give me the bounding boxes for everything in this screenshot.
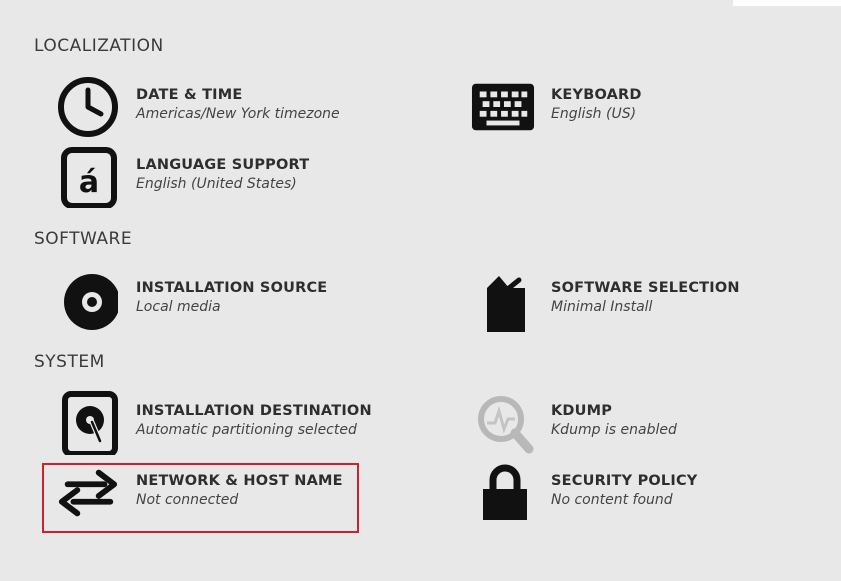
spoke-date-time[interactable]: DATE & TIME Americas/New York timezone [56, 75, 340, 139]
lock-icon [471, 461, 535, 525]
clock-icon [56, 75, 120, 139]
spoke-network-hostname[interactable]: NETWORK & HOST NAME Not connected [56, 461, 343, 525]
spoke-installation-source[interactable]: INSTALLATION SOURCE Local media [56, 268, 327, 332]
spoke-name: DATE & TIME [136, 87, 243, 103]
spoke-status: Americas/New York timezone [136, 106, 340, 122]
section-title-localization: LOCALIZATION [34, 36, 164, 56]
package-icon [471, 268, 535, 332]
spoke-software-selection[interactable]: SOFTWARE SELECTION Minimal Install [471, 268, 740, 332]
spoke-status: Automatic partitioning selected [136, 422, 357, 438]
kdump-magnifier-icon [471, 391, 535, 455]
spoke-language-support[interactable]: á LANGUAGE SUPPORT English (United State… [56, 145, 309, 209]
spoke-name: SECURITY POLICY [551, 473, 698, 489]
top-right-white-patch [733, 0, 841, 6]
spoke-kdump[interactable]: KDUMP Kdump is enabled [471, 391, 677, 455]
spoke-status: Kdump is enabled [551, 422, 677, 438]
spoke-installation-destination[interactable]: INSTALLATION DESTINATION Automatic parti… [56, 391, 372, 455]
spoke-status: Minimal Install [551, 299, 653, 315]
spoke-name: SOFTWARE SELECTION [551, 280, 740, 296]
spoke-status: English (US) [551, 106, 637, 122]
spoke-status: No content found [551, 492, 673, 508]
keyboard-icon [471, 75, 535, 139]
spoke-name: KEYBOARD [551, 87, 642, 103]
spoke-name: LANGUAGE SUPPORT [136, 157, 310, 173]
network-arrows-icon [56, 461, 120, 525]
spoke-status: Local media [136, 299, 221, 315]
harddisk-icon [56, 391, 120, 455]
spoke-name: NETWORK & HOST NAME [136, 473, 343, 489]
language-icon: á [56, 145, 120, 209]
spoke-status: English (United States) [136, 176, 297, 192]
spoke-name: KDUMP [551, 403, 613, 419]
spoke-status: Not connected [136, 492, 239, 508]
section-title-software: SOFTWARE [34, 229, 133, 249]
spoke-keyboard[interactable]: KEYBOARD English (US) [471, 75, 642, 139]
spoke-name: INSTALLATION DESTINATION [136, 403, 372, 419]
svg-text:á: á [79, 165, 99, 200]
disc-icon [56, 268, 120, 332]
spoke-security-policy[interactable]: SECURITY POLICY No content found [471, 461, 698, 525]
spoke-name: INSTALLATION SOURCE [136, 280, 328, 296]
section-title-system: SYSTEM [34, 352, 105, 372]
